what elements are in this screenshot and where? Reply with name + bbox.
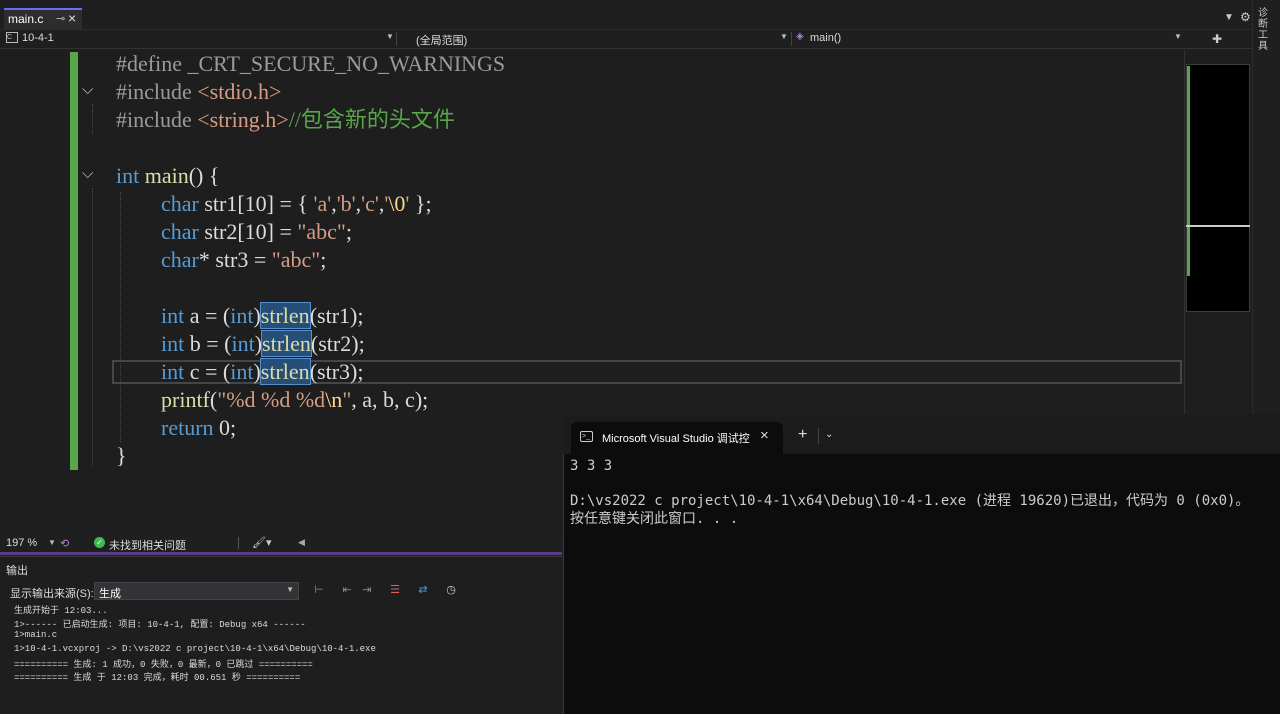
output-source-select[interactable]: 生成 ▼ — [94, 582, 299, 600]
project-icon: C — [6, 32, 18, 43]
code-line-11[interactable]: int b = (int)strlen(str2); — [161, 330, 365, 358]
code-line-13[interactable]: printf("%d %d %d\n", a, b, c); — [161, 386, 428, 414]
close-icon[interactable]: × — [760, 427, 769, 444]
issues-status[interactable]: 未找到相关问题 — [109, 537, 186, 553]
output-source-label: 显示输出来源(S): — [10, 588, 94, 600]
fold-chevron-icon[interactable]: ⌵ — [82, 80, 93, 98]
chevron-down-icon: ▼ — [1174, 32, 1182, 41]
code-line-3[interactable]: #include <string.h>//包含新的头文件 — [116, 106, 455, 134]
split-editor-icon[interactable]: ✚ — [1212, 32, 1222, 46]
output-source-value: 生成 — [99, 588, 121, 600]
close-icon[interactable]: × — [68, 10, 76, 26]
check-circle-icon: ✓ — [94, 537, 105, 548]
code-line-15[interactable]: } — [116, 442, 127, 470]
clear-all-icon[interactable]: ☰ — [386, 583, 404, 599]
tab-filename: main.c — [8, 12, 44, 26]
scroll-left-icon[interactable]: ◀ — [298, 537, 305, 548]
output-line: 1>10-4-1.vcxproj -> D:\vs2022 c project\… — [14, 644, 376, 654]
code-line-6[interactable]: char str1[10] = { 'a','b','c','\0' }; — [161, 190, 432, 218]
pin-icon[interactable]: ⊸ — [56, 12, 65, 25]
code-line-1[interactable]: #define _CRT_SECURE_NO_WARNINGS — [116, 50, 505, 78]
project-name: 10-4-1 — [22, 32, 54, 44]
function-name: main() — [810, 32, 842, 44]
previous-message-icon[interactable]: ⇤ — [338, 583, 356, 599]
scope-dropdown[interactable]: (全局范围) ▼ — [398, 30, 790, 48]
minimap-viewport[interactable] — [1186, 64, 1250, 312]
terminal-icon: >_ — [580, 431, 593, 442]
code-cleanup-icon[interactable]: 🖌▾ — [252, 536, 272, 549]
document-tab-strip — [0, 0, 1252, 30]
code-line-7[interactable]: char str2[10] = "abc"; — [161, 218, 352, 246]
code-line-2[interactable]: #include <stdio.h> — [116, 78, 281, 106]
code-line-8[interactable]: char* str3 = "abc"; — [161, 246, 326, 274]
indent-guide — [120, 192, 121, 442]
chevron-down-icon[interactable]: ⌄ — [825, 429, 833, 440]
code-line-10[interactable]: int a = (int)strlen(str1); — [161, 302, 363, 330]
editor-status-bar — [0, 534, 562, 552]
fold-guide — [92, 104, 93, 134]
code-line-5[interactable]: int main() { — [116, 162, 219, 190]
fold-chevron-icon[interactable]: ⌵ — [82, 164, 93, 182]
output-line: ========== 生成: 1 成功，0 失败，0 最新，0 已跳过 ====… — [14, 660, 313, 670]
output-title: 输出 — [6, 565, 28, 577]
console-line: D:\vs2022 c project\10-4-1\x64\Debug\10-… — [570, 493, 1250, 509]
minimap-caret-line — [1186, 225, 1250, 227]
divider — [396, 32, 397, 46]
chevron-down-icon: ▼ — [386, 32, 394, 41]
zoom-level[interactable]: 197 % — [6, 537, 37, 549]
output-line: 1>------ 已启动生成: 项目: 10-4-1, 配置: Debug x6… — [14, 620, 306, 630]
code-line-12[interactable]: int c = (int)strlen(str3); — [161, 358, 363, 386]
scope-name: (全局范围) — [416, 35, 468, 47]
pane-divider[interactable] — [0, 552, 562, 555]
right-tool-strip — [1252, 0, 1280, 414]
clock-icon[interactable]: ◷ — [442, 583, 460, 599]
goto-error-icon[interactable]: ⊢ — [310, 583, 328, 599]
chevron-down-icon: ▼ — [286, 585, 294, 594]
gear-icon[interactable]: ⚙ — [1240, 10, 1251, 24]
divider — [238, 537, 239, 549]
output-line: 生成开始于 12:03... — [14, 606, 108, 616]
change-tracking-bar — [70, 52, 78, 470]
output-pane — [0, 556, 562, 714]
output-line: 1>main.c — [14, 630, 58, 640]
intellisense-icon[interactable]: ⟲ — [60, 537, 69, 550]
minimap-change-bar — [1187, 66, 1190, 276]
tab-main-c[interactable]: main.c ⊸ × — [4, 8, 82, 30]
fold-guide — [92, 188, 93, 466]
new-tab-icon[interactable]: + — [798, 426, 807, 444]
output-line: ========== 生成 于 12:03 完成，耗时 00.651 秒 ===… — [14, 673, 301, 683]
diagnostic-tools-tab[interactable]: 诊断工具 — [1258, 8, 1272, 52]
project-dropdown[interactable]: C 10-4-1 ▼ — [4, 30, 394, 48]
navigation-bar: C 10-4-1 ▼ (全局范围) ▼ ◈ main() ▼ — [0, 30, 1252, 49]
code-line-14[interactable]: return 0; — [161, 414, 236, 442]
function-icon: ◈ — [796, 31, 804, 42]
function-dropdown[interactable]: ◈ main() ▼ — [792, 30, 1184, 48]
chevron-down-icon: ▼ — [780, 32, 788, 41]
chevron-down-icon[interactable]: ▼ — [48, 538, 56, 547]
console-tab-title: Microsoft Visual Studio 调试控 — [602, 433, 750, 445]
editor-gutter — [0, 50, 34, 534]
word-wrap-icon[interactable]: ⇄ — [414, 583, 432, 599]
console-line: 3 3 3 — [570, 458, 613, 474]
tab-list-dropdown-icon[interactable]: ▼ — [1224, 12, 1234, 23]
divider — [818, 428, 819, 444]
debug-console-window[interactable] — [563, 414, 1280, 714]
console-line: 按任意键关闭此窗口. . . — [570, 511, 739, 527]
next-message-icon[interactable]: ⇥ — [358, 583, 376, 599]
